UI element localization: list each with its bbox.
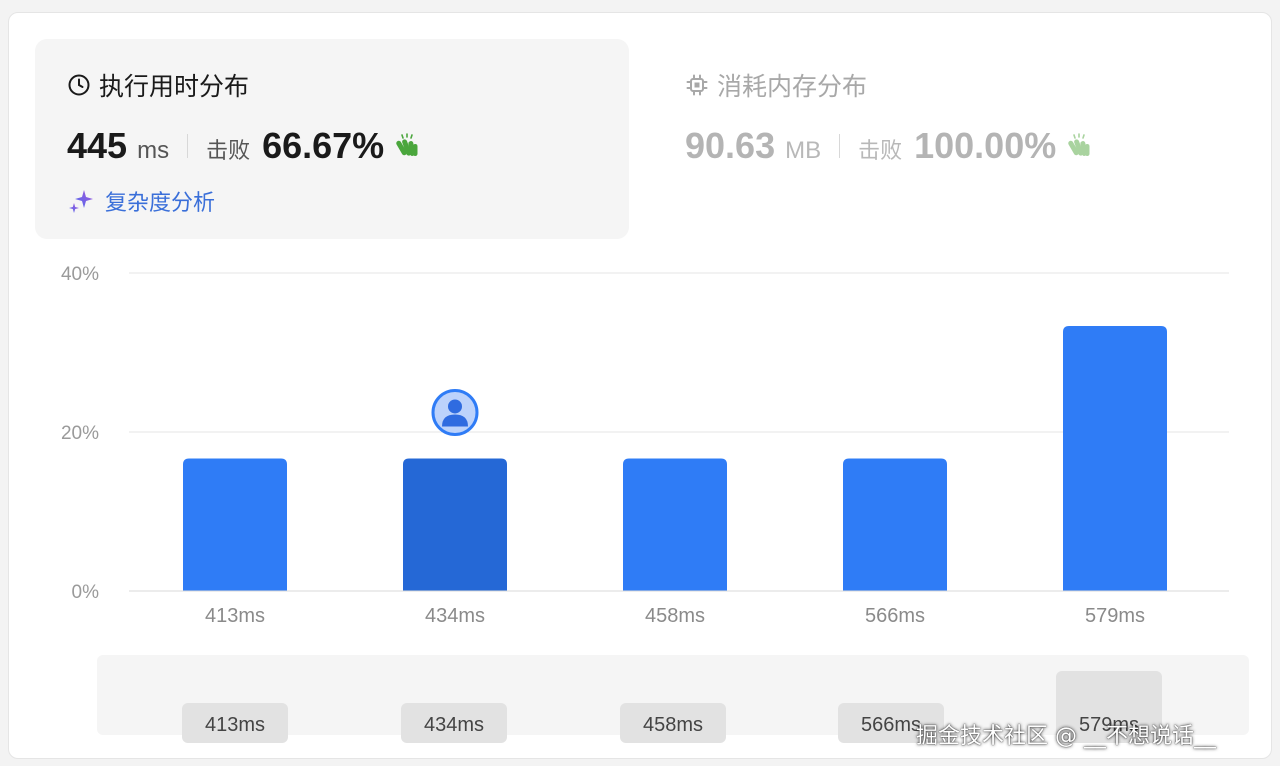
divider bbox=[187, 134, 189, 158]
runtime-distribution-chart[interactable]: 0% 20% 40% 413ms 434ms 458ms 566ms 579ms bbox=[9, 253, 1272, 653]
x-tick-label: 579ms bbox=[1085, 605, 1145, 627]
runtime-title: 执行用时分布 bbox=[67, 67, 249, 103]
runtime-title-label: 执行用时分布 bbox=[99, 72, 250, 101]
submission-stats-card: 执行用时分布 445 ms 击败 66.67% 复杂度分析 消耗内存分布 90.… bbox=[8, 12, 1272, 759]
x-tick-label: 434ms bbox=[425, 605, 485, 627]
y-tick-label: 0% bbox=[72, 582, 100, 603]
runtime-beat-value: 66.67% bbox=[262, 125, 385, 166]
user-avatar-icon bbox=[431, 388, 479, 436]
brush-item[interactable]: 434ms bbox=[401, 703, 507, 743]
y-tick-label: 20% bbox=[61, 423, 99, 444]
x-tick-label: 566ms bbox=[865, 605, 925, 627]
memory-unit: MB bbox=[785, 137, 822, 164]
y-tick-label: 40% bbox=[61, 264, 99, 285]
bar-579ms[interactable] bbox=[1063, 326, 1167, 591]
watermark: 掘金技术社区 @ __不想说话__ bbox=[916, 724, 1216, 749]
memory-beat-value: 100.00% bbox=[914, 125, 1057, 166]
runtime-unit: ms bbox=[137, 137, 170, 164]
memory-value: 90.63 bbox=[685, 125, 776, 166]
runtime-beat-label: 击败 bbox=[206, 139, 251, 164]
complexity-analysis-label: 复杂度分析 bbox=[105, 191, 216, 216]
x-tick-label: 413ms bbox=[205, 605, 265, 627]
memory-title[interactable]: 消耗内存分布 bbox=[685, 67, 867, 103]
clapping-hands-icon bbox=[396, 133, 418, 156]
complexity-analysis-link[interactable]: 复杂度分析 bbox=[67, 185, 215, 217]
clock-icon bbox=[68, 74, 90, 96]
clapping-hands-icon bbox=[1068, 133, 1090, 156]
bar-434ms[interactable] bbox=[403, 458, 507, 591]
x-tick-label: 458ms bbox=[645, 605, 705, 627]
bar-413ms[interactable] bbox=[183, 458, 287, 591]
memory-beat-label: 击败 bbox=[858, 139, 903, 164]
divider bbox=[839, 134, 841, 158]
sparkle-icon bbox=[69, 190, 93, 213]
bar-458ms[interactable] bbox=[623, 458, 727, 591]
brush-item[interactable]: 458ms bbox=[620, 703, 726, 743]
brush-item[interactable]: 413ms bbox=[182, 703, 288, 743]
chip-icon bbox=[686, 74, 708, 96]
runtime-panel[interactable]: 执行用时分布 445 ms 击败 66.67% 复杂度分析 bbox=[35, 39, 629, 239]
bar-566ms[interactable] bbox=[843, 458, 947, 591]
memory-stat-row: 90.63 MB 击败 100.00% bbox=[685, 125, 1094, 167]
runtime-value: 445 bbox=[67, 125, 128, 166]
memory-title-label: 消耗内存分布 bbox=[717, 72, 868, 101]
runtime-stat-row: 445 ms 击败 66.67% bbox=[67, 125, 422, 167]
